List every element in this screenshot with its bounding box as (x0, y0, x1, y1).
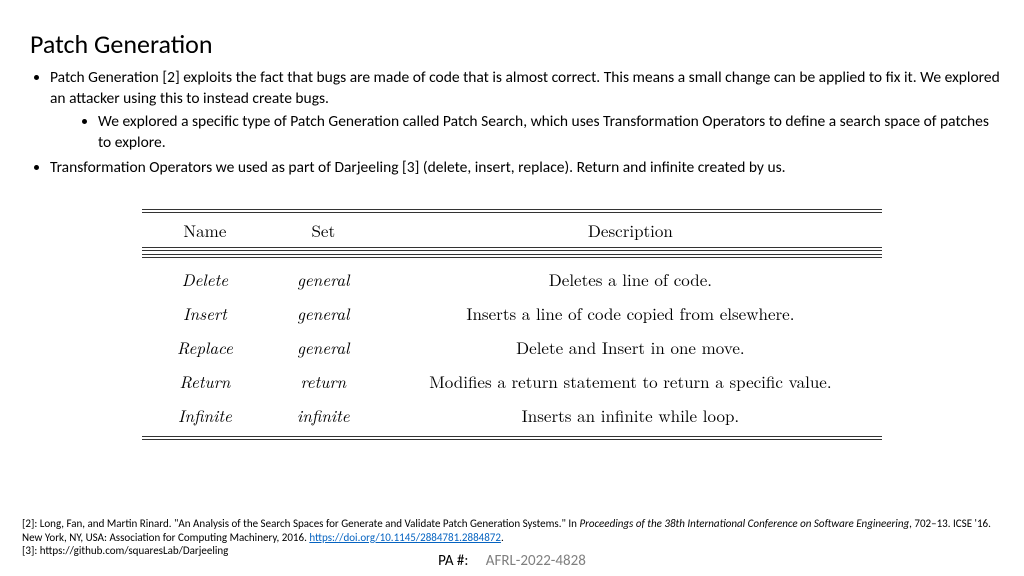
bullet-1-text: Patch Generation [2] exploits the fact t… (50, 68, 1000, 108)
table-row: Infinite infinite Inserts an infinite wh… (142, 398, 882, 432)
th-name: Name (142, 218, 268, 242)
cell-name: Insert (142, 301, 268, 325)
pa-label: PA #: (438, 552, 468, 570)
cell-set: return (268, 369, 379, 393)
cell-name: Replace (142, 335, 268, 359)
bullet-2: Transformation Operators we used as part… (50, 158, 1004, 179)
cell-desc: Modifies a return statement to return a … (379, 369, 882, 393)
bullet-1a: We explored a specific type of Patch Gen… (98, 112, 1004, 154)
table-row: Delete general Deletes a line of code. (142, 262, 882, 296)
operators-table: Name Set Description Delete general Dele… (142, 209, 882, 440)
pa-number: AFRL-2022-4828 (486, 552, 586, 570)
bullet-1-sub: We explored a specific type of Patch Gen… (50, 112, 1004, 154)
th-desc: Description (379, 218, 882, 242)
th-set: Set (268, 218, 379, 242)
table-header: Name Set Description (142, 213, 882, 247)
pa-footer: PA #: AFRL-2022-4828 (0, 552, 1024, 570)
cell-desc: Inserts a line of code copied from elsew… (379, 301, 882, 325)
cell-set: general (268, 301, 379, 325)
cell-set: infinite (268, 403, 379, 427)
cell-desc: Delete and Insert in one move. (379, 335, 882, 359)
bullet-list: Patch Generation [2] exploits the fact t… (20, 68, 1004, 179)
ref-2-link[interactable]: https://doi.org/10.1145/2884781.2884872 (309, 531, 501, 544)
bullet-1: Patch Generation [2] exploits the fact t… (50, 68, 1004, 154)
cell-name: Infinite (142, 403, 268, 427)
cell-desc: Deletes a line of code. (379, 267, 882, 291)
table-row: Replace general Delete and Insert in one… (142, 330, 882, 364)
cell-name: Delete (142, 267, 268, 291)
table-row: Return return Modifies a return statemen… (142, 364, 882, 398)
cell-set: general (268, 335, 379, 359)
table-row: Insert general Inserts a line of code co… (142, 296, 882, 330)
cell-name: Return (142, 369, 268, 393)
ref-2: [2]: Long, Fan, and Martin Rinard. "An A… (22, 517, 1002, 545)
cell-desc: Inserts an infinite while loop. (379, 403, 882, 427)
cell-set: general (268, 267, 379, 291)
slide-title: Patch Generation (30, 28, 1004, 60)
